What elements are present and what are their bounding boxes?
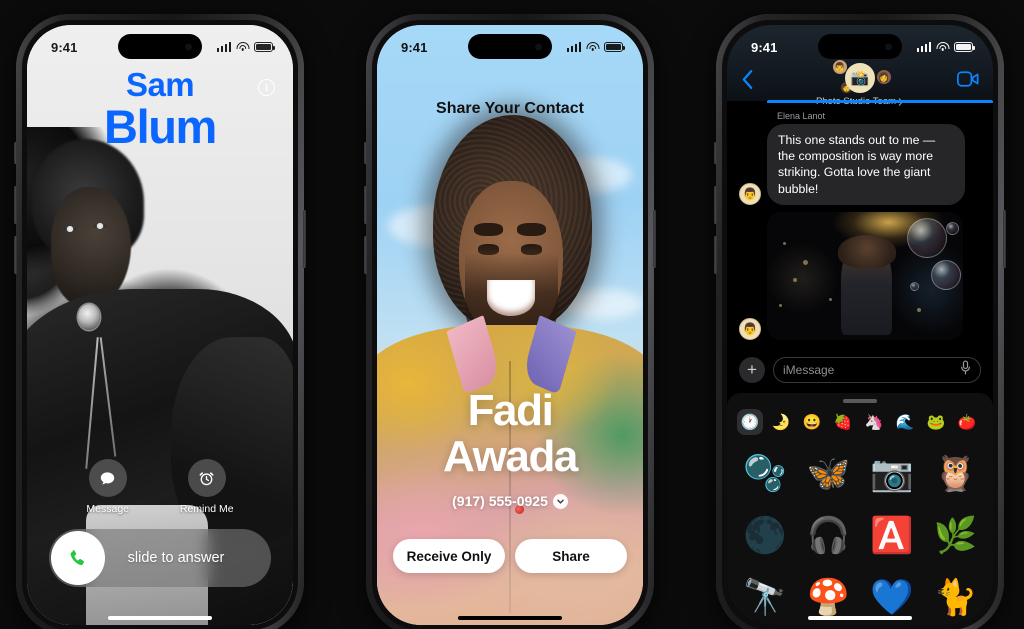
chevron-down-icon[interactable]	[552, 493, 568, 509]
phone3-volume-up-button[interactable]	[714, 186, 717, 224]
sticker-grid: 🫧 🦋 📷 🦉 🌑 🎧 🅰️ 🌿 🔭 🍄 💙 🐈	[727, 443, 993, 625]
phone2-screen: 9:41 Share Your Contact Fadi Awada (917)…	[377, 25, 643, 625]
drag-handle[interactable]	[843, 399, 877, 403]
sticker-moon[interactable]: 🌑	[733, 507, 797, 563]
phone1-screen: 9:41 i Sam Blum Message Remind Me slide …	[27, 25, 293, 625]
phone-incoming-call: 9:41 i Sam Blum Message Remind Me slide …	[14, 14, 306, 629]
caller-name: Sam Blum	[27, 66, 293, 154]
share-contact-title: Share Your Contact	[436, 100, 584, 117]
phone1-power-button[interactable]	[303, 210, 306, 268]
phone3-volume-down-button[interactable]	[714, 236, 717, 274]
bubble-portrait-photo[interactable]	[767, 211, 963, 340]
sticker-pack-red-tab[interactable]: 🍅	[954, 409, 980, 435]
sticker-telescope[interactable]: 🔭	[733, 569, 797, 625]
phone2-volume-up-button[interactable]	[364, 186, 367, 224]
share-contact-buttons: Receive Only Share	[393, 539, 627, 573]
incoming-call-screen: 9:41 i Sam Blum Message Remind Me slide …	[27, 25, 293, 625]
phone1-volume-up-button[interactable]	[14, 186, 17, 224]
wifi-icon	[936, 42, 949, 52]
phone-messages: 9:41 👨 🧑 👩 📸 Elena Lanot 👨 This one stan…	[714, 14, 1006, 629]
cellular-bars-icon	[916, 42, 931, 52]
sticker-leaf[interactable]: 🌿	[924, 507, 988, 563]
sticker-picker-tabs: 🕐 🌛 😀 🍓 🦄 🌊 🐸 🍅	[727, 409, 993, 443]
call-info-button[interactable]: i	[258, 79, 275, 96]
message-composer: + iMessage	[727, 349, 993, 393]
message-bubble[interactable]: This one stands out to me — the composit…	[767, 124, 965, 205]
phone3-mute-switch[interactable]	[714, 142, 717, 164]
sticker-pack-pink-tab[interactable]: 🦄	[861, 409, 887, 435]
phone3-screen: 9:41 👨 🧑 👩 📸 Elena Lanot 👨 This one stan…	[727, 25, 993, 625]
imessage-input[interactable]: iMessage	[773, 357, 981, 383]
phone3-home-indicator[interactable]	[808, 616, 912, 620]
remind-me-action-button[interactable]: Remind Me	[180, 459, 234, 515]
phone2-mute-switch[interactable]	[364, 142, 367, 164]
caller-last-name: Blum	[104, 100, 217, 154]
receive-only-button[interactable]: Receive Only	[393, 539, 505, 573]
group-avatar-2: 👩	[876, 69, 892, 85]
messages-screen: 9:41 👨 🧑 👩 📸 Elena Lanot 👨 This one stan…	[727, 25, 993, 625]
message-action-button[interactable]: Message	[86, 459, 129, 515]
message-thread: Elena Lanot 👨 This one stands out to me …	[727, 101, 993, 349]
photo-message-row: 👨	[739, 211, 981, 340]
slide-to-answer-label: slide to answer	[127, 550, 225, 566]
recents-tab[interactable]: 🕐	[737, 409, 763, 435]
phone1-mute-switch[interactable]	[14, 142, 17, 164]
message-sender-name: Elena Lanot	[777, 111, 826, 121]
screenshot-stage: 9:41 i Sam Blum Message Remind Me slide …	[0, 0, 1024, 629]
sticker-a-plus[interactable]: 🅰️	[860, 507, 924, 563]
contact-last-name: Awada	[442, 432, 578, 481]
phone2-volume-down-button[interactable]	[364, 236, 367, 274]
status-time: 9:41	[751, 39, 778, 55]
phone-share-contact: 9:41 Share Your Contact Fadi Awada (917)…	[364, 14, 656, 629]
stickers-tab[interactable]: 🌛	[768, 409, 794, 435]
messages-nav-bar: 9:41 👨 🧑 👩 📸	[727, 25, 993, 107]
sticker-pack-green-tab[interactable]: 🐸	[923, 409, 949, 435]
microphone-icon[interactable]	[960, 360, 971, 380]
phone-handset-icon	[70, 550, 84, 566]
sticker-butterfly[interactable]: 🦋	[797, 445, 861, 501]
dynamic-island	[468, 34, 552, 59]
dynamic-island	[818, 34, 902, 59]
share-contact-screen: 9:41 Share Your Contact Fadi Awada (917)…	[377, 25, 643, 625]
message-action-label: Message	[86, 503, 130, 515]
plus-icon[interactable]: +	[739, 357, 765, 383]
call-quick-actions: Message Remind Me	[27, 459, 293, 515]
imessage-placeholder: iMessage	[783, 363, 835, 377]
phone1-home-indicator[interactable]	[108, 616, 212, 620]
sender-avatar: 👨	[739, 182, 761, 205]
phone1-volume-down-button[interactable]	[14, 236, 17, 274]
phone3-power-button[interactable]	[1003, 210, 1006, 268]
answer-call-knob[interactable]	[51, 531, 105, 585]
phone2-home-indicator[interactable]	[458, 616, 562, 620]
sticker-headphones[interactable]: 🎧	[797, 507, 861, 563]
share-button[interactable]: Share	[515, 539, 627, 573]
sticker-camera[interactable]: 📷	[860, 445, 924, 501]
dynamic-island	[118, 34, 202, 59]
group-avatar-main: 📸	[845, 63, 875, 93]
alarm-clock-icon	[187, 459, 226, 497]
contact-phone-row[interactable]: (917) 555-0925	[377, 493, 643, 509]
sticker-cat[interactable]: 🐈	[924, 569, 988, 625]
sticker-owl[interactable]: 🦉	[924, 445, 988, 501]
contact-first-name: Fadi	[467, 386, 554, 435]
remind-me-action-label: Remind Me	[179, 503, 234, 515]
phone2-power-button[interactable]	[653, 210, 656, 268]
group-avatars: 👨 🧑 👩 📸	[823, 59, 897, 94]
sticker-bubbles[interactable]: 🫧	[733, 445, 797, 501]
sticker-picker: 🕐 🌛 😀 🍓 🦄 🌊 🐸 🍅 🫧 🦋 📷 🦉 🌑 🎧 🅰️ 🌿 🔭 🍄 💙 🐈	[727, 393, 993, 625]
emoji-tab[interactable]: 😀	[799, 409, 825, 435]
message-bubble-icon	[88, 459, 127, 497]
caller-first-name: Sam	[126, 66, 195, 103]
memoji-pack-tab[interactable]: 🍓	[830, 409, 856, 435]
contact-name: Fadi Awada	[377, 389, 643, 479]
battery-icon	[954, 42, 975, 52]
contact-phone-number: (917) 555-0925	[452, 493, 548, 509]
message-row: 👨 This one stands out to me — the compos…	[739, 124, 981, 205]
sticker-pack-blue-tab[interactable]: 🌊	[892, 409, 918, 435]
slide-to-answer-slider[interactable]: slide to answer	[49, 529, 271, 587]
sender-avatar: 👨	[739, 317, 761, 340]
